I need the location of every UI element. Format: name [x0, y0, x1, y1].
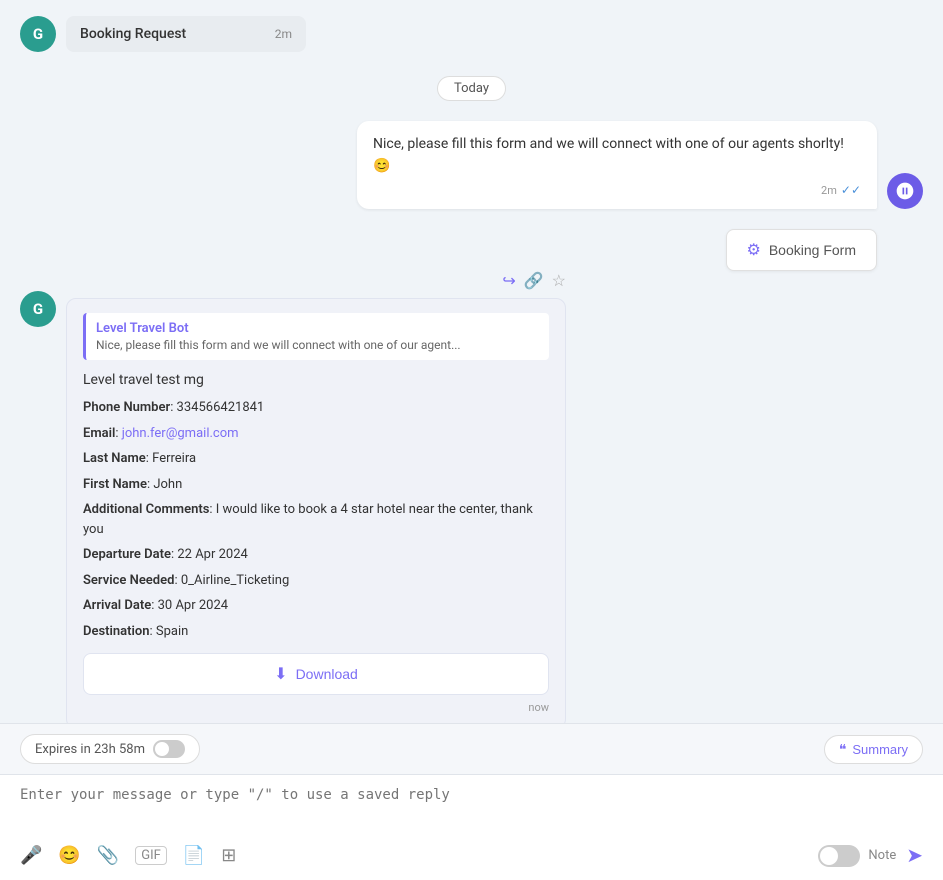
- expires-label: Expires in 23h 58m: [35, 742, 145, 757]
- toolbar-right: Note ➤: [818, 843, 923, 868]
- booking-form-label: Booking Form: [769, 242, 856, 258]
- expires-summary-row: Expires in 23h 58m ❝ Summary: [0, 724, 943, 775]
- mic-icon[interactable]: 🎤: [20, 845, 42, 866]
- form-card-bot-name: Level Travel Bot: [96, 321, 539, 336]
- send-button[interactable]: ➤: [906, 843, 923, 868]
- today-divider: Today: [20, 76, 923, 101]
- user-avatar: G: [20, 16, 56, 52]
- toolbar-left: 🎤 😊 📎 GIF 📄 ⊞: [20, 845, 236, 866]
- booking-request-row: G Booking Request 2m: [20, 16, 923, 52]
- summary-label: Summary: [852, 742, 908, 757]
- message-input[interactable]: [20, 787, 923, 819]
- field-arrival: Arrival Date: 30 Apr 2024: [83, 596, 549, 616]
- message-1-checks: ✓✓: [841, 183, 861, 197]
- user-avatar-2: G: [20, 291, 56, 327]
- bottom-bar: Expires in 23h 58m ❝ Summary 🎤 😊 📎 GIF 📄…: [0, 723, 943, 880]
- form-card-preview: Nice, please fill this form and we will …: [96, 338, 539, 352]
- field-service: Service Needed: 0_Airline_Ticketing: [83, 571, 549, 591]
- field-departure: Departure Date: 22 Apr 2024: [83, 545, 549, 565]
- link-icon[interactable]: 🔗: [524, 271, 544, 290]
- form-actions-row: ↪ 🔗 ☆: [66, 271, 566, 290]
- booking-request-card: Booking Request 2m: [66, 16, 306, 52]
- file-icon[interactable]: 📄: [183, 845, 205, 866]
- note-label: Note: [868, 848, 896, 863]
- gif-button[interactable]: GIF: [135, 846, 167, 865]
- bot-message-1-bubble: Nice, please fill this form and we will …: [357, 121, 877, 209]
- expires-badge: Expires in 23h 58m: [20, 734, 200, 764]
- download-button[interactable]: ⬇ Download: [83, 653, 549, 695]
- messages-area: G Booking Request 2m Today Nice, please …: [0, 0, 943, 723]
- download-label: Download: [296, 666, 358, 682]
- bot-message-1-time: 2m: [821, 184, 837, 197]
- today-badge: Today: [437, 76, 506, 101]
- form-timestamp: now: [83, 701, 549, 714]
- note-toggle-switch[interactable]: [818, 845, 860, 867]
- field-comments: Additional Comments: I would like to boo…: [83, 500, 549, 539]
- field-destination: Destination: Spain: [83, 622, 549, 642]
- field-email: Email: john.fer@gmail.com: [83, 424, 549, 444]
- download-icon: ⬇: [274, 664, 287, 684]
- booking-request-time: 2m: [275, 27, 292, 41]
- email-link[interactable]: john.fer@gmail.com: [122, 426, 239, 441]
- booking-form-button[interactable]: ⚙ Booking Form: [726, 229, 878, 271]
- summary-quote-icon: ❝: [839, 741, 847, 758]
- booking-form-btn-container: ⚙ Booking Form: [20, 229, 877, 271]
- bot-icon-1: [895, 181, 915, 201]
- layout-icon[interactable]: ⊞: [221, 845, 236, 866]
- bot-avatar-1: [887, 173, 923, 209]
- forward-icon[interactable]: ↪: [502, 271, 515, 290]
- form-card: Level Travel Bot Nice, please fill this …: [66, 298, 566, 723]
- form-card-header: Level Travel Bot Nice, please fill this …: [83, 313, 549, 360]
- field-phone: Phone Number: 334566421841: [83, 398, 549, 418]
- expires-toggle[interactable]: [153, 740, 185, 758]
- note-toggle: Note: [818, 845, 896, 867]
- field-lastname: Last Name: Ferreira: [83, 449, 549, 469]
- field-firstname: First Name: John: [83, 475, 549, 495]
- attachment-icon[interactable]: 📎: [97, 845, 119, 866]
- toolbar-row: 🎤 😊 📎 GIF 📄 ⊞ Note ➤: [0, 835, 943, 880]
- chat-container: G Booking Request 2m Today Nice, please …: [0, 0, 943, 880]
- bot-message-1-text: Nice, please fill this form and we will …: [373, 136, 844, 174]
- booking-form-icon: ⚙: [747, 240, 761, 260]
- summary-button[interactable]: ❝ Summary: [824, 735, 923, 764]
- message-input-area: [0, 775, 943, 835]
- star-icon[interactable]: ☆: [552, 271, 566, 290]
- bot-message-1-row: Nice, please fill this form and we will …: [20, 121, 923, 209]
- form-title: Level travel test mg: [83, 372, 549, 388]
- form-card-row: G ↪ 🔗 ☆ Level Travel Bot Nice, please fi…: [20, 291, 923, 723]
- emoji-icon[interactable]: 😊: [58, 845, 80, 866]
- booking-request-label: Booking Request: [80, 26, 186, 42]
